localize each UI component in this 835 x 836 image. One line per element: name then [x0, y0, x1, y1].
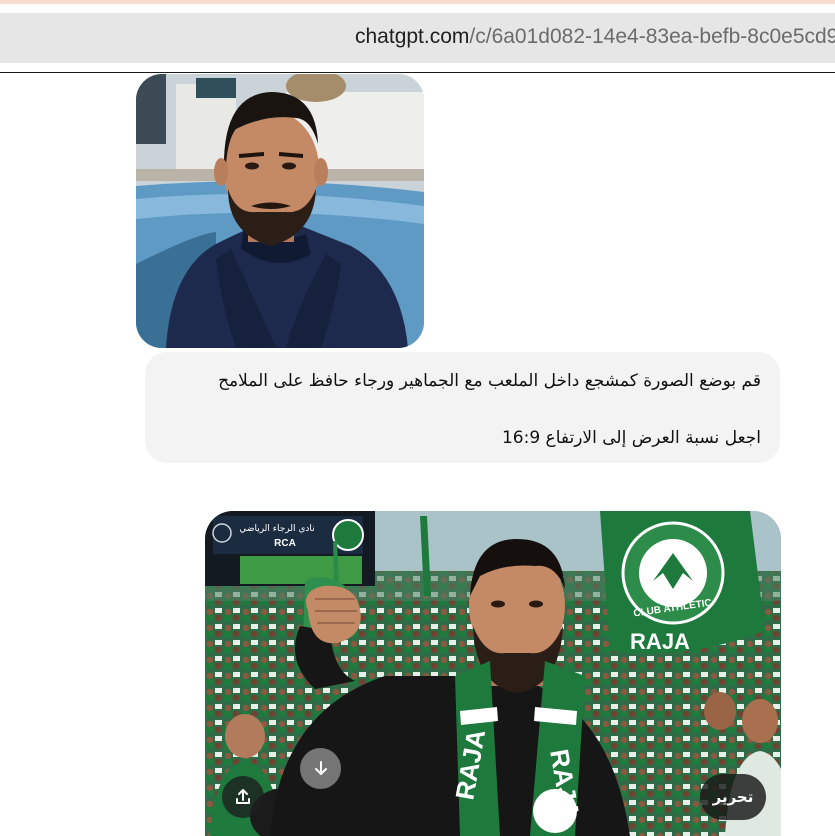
user-uploaded-photo[interactable] [136, 74, 424, 348]
user-message-line-1: قم بوضع الصورة كمشجع داخل الملعب مع الجم… [218, 371, 761, 391]
share-button[interactable] [222, 776, 264, 818]
url-text[interactable]: chatgpt.com/c/6a01d082-14e4-83ea-befb-8c… [355, 25, 835, 49]
url-path: /c/6a01d082-14e4-83ea-befb-8c0e5cd9 [469, 25, 835, 48]
scoreboard-title: نادي الرجاء الرياضي [239, 524, 314, 534]
edit-image-button[interactable]: تحرير [700, 774, 766, 820]
generated-image[interactable]: نادي الرجاء الرياضي RCA CLUB ATHLETIC RA… [205, 511, 781, 836]
user-message-line-2: اجعل نسبة العرض إلى الارتفاع 16:9 [501, 428, 761, 448]
flag-name-text: RAJA [630, 629, 690, 654]
download-arrow-icon [314, 760, 327, 775]
address-bar-divider [0, 72, 835, 73]
share-upload-icon [236, 789, 250, 804]
user-message-bubble: قم بوضع الصورة كمشجع داخل الملعب مع الجم… [145, 352, 780, 463]
download-button[interactable] [300, 748, 341, 789]
portrait-illustration [136, 74, 424, 348]
scoreboard-abbr: RCA [274, 538, 296, 549]
url-host: chatgpt.com [355, 25, 470, 48]
browser-top-strip [0, 0, 835, 4]
stadium-fan-illustration: نادي الرجاء الرياضي RCA CLUB ATHLETIC RA… [205, 511, 781, 836]
address-bar[interactable]: chatgpt.com/c/6a01d082-14e4-83ea-befb-8c… [0, 13, 835, 63]
